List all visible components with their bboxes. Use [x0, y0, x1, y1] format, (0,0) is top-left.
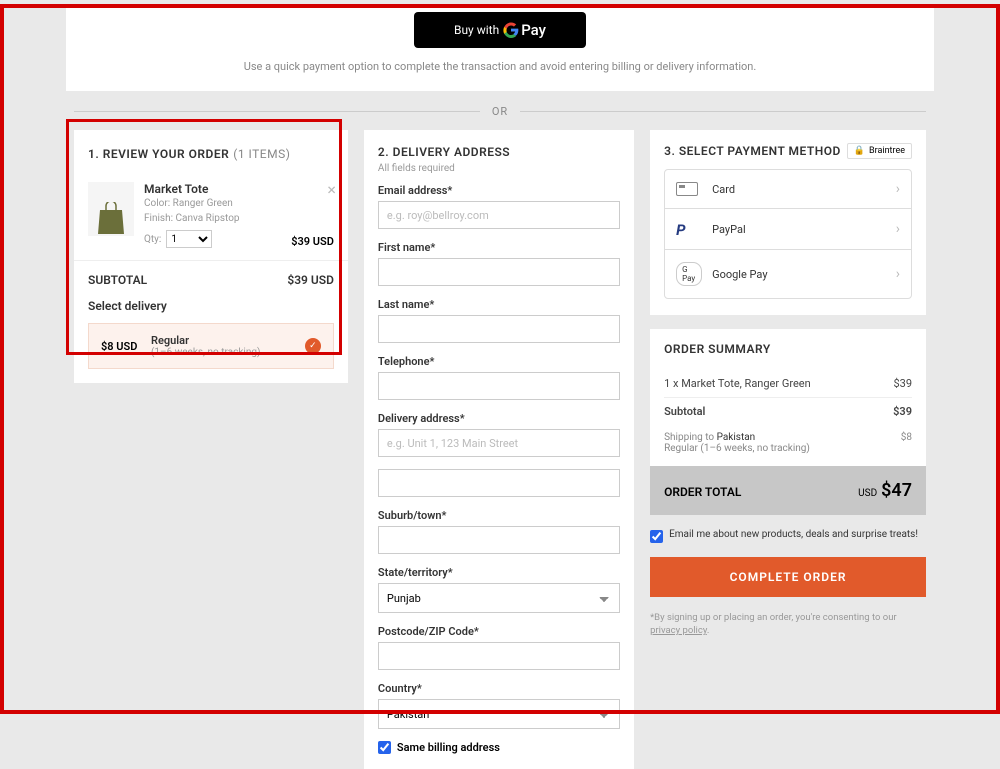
complete-order-button[interactable]: COMPLETE ORDER: [650, 557, 926, 597]
consent-text: *By signing up or placing an order, you'…: [650, 611, 926, 638]
same-billing-label: Same billing address: [397, 741, 500, 754]
select-delivery-label: Select delivery: [74, 299, 348, 319]
email-optin-checkbox[interactable]: [650, 530, 663, 543]
product-thumbnail: [88, 182, 134, 236]
state-select[interactable]: Punjab: [378, 583, 620, 613]
braintree-badge: 🔒 Braintree: [847, 143, 912, 159]
delivery-title: 2. DELIVERY ADDRESS: [378, 145, 620, 159]
qty-select[interactable]: 1: [166, 230, 212, 248]
email-optin-label: Email me about new products, deals and s…: [669, 529, 918, 540]
cart-item: × Market Tote Color: Ranger Green Finish…: [74, 174, 348, 261]
check-icon: ✓: [305, 338, 321, 354]
delivery-address-panel: 2. DELIVERY ADDRESS All fields required …: [364, 130, 634, 769]
payment-method-panel: 3. SELECT PAYMENT METHOD 🔒 Braintree Car…: [650, 130, 926, 315]
subtotal-label: SUBTOTAL: [88, 273, 147, 287]
shipping-method: Regular (1–6 weeks, no tracking): [664, 443, 912, 466]
address-label: Delivery address*: [378, 412, 620, 425]
lastname-field[interactable]: [378, 315, 620, 343]
item-finish: Finish: Canva Ripstop: [144, 211, 240, 226]
remove-item-icon[interactable]: ×: [327, 180, 336, 199]
review-order-panel: 1. REVIEW YOUR ORDER (1 ITEMS) × Market …: [74, 130, 348, 383]
payment-option-paypal[interactable]: P PayPal ›: [665, 209, 911, 250]
firstname-field[interactable]: [378, 258, 620, 286]
delivery-option-regular[interactable]: $8 USD Regular (1–6 weeks, no tracking) …: [88, 323, 334, 369]
review-title: 1. REVIEW YOUR ORDER: [88, 147, 229, 161]
suburb-label: Suburb/town*: [378, 509, 620, 522]
telephone-field[interactable]: [378, 372, 620, 400]
telephone-label: Telephone*: [378, 355, 620, 368]
summary-subtotal-label: Subtotal: [664, 405, 705, 418]
delivery-desc: (1–6 weeks, no tracking): [151, 347, 260, 358]
chevron-right-icon: ›: [896, 181, 900, 197]
delivery-name: Regular: [151, 334, 260, 347]
google-icon: [503, 22, 519, 38]
shipping-to: Shipping to Pakistan: [664, 432, 755, 443]
order-total-label: ORDER TOTAL: [664, 485, 741, 499]
summary-title: ORDER SUMMARY: [664, 342, 912, 356]
order-summary-panel: ORDER SUMMARY 1 x Market Tote, Ranger Gr…: [650, 329, 926, 515]
item-color: Color: Ranger Green: [144, 196, 240, 211]
privacy-policy-link[interactable]: privacy policy: [650, 625, 707, 636]
item-name: Market Tote: [144, 182, 240, 196]
chevron-right-icon: ›: [896, 221, 900, 237]
items-count: (1 ITEMS): [233, 147, 290, 161]
country-select[interactable]: Pakistan: [378, 699, 620, 729]
same-billing-checkbox[interactable]: [378, 741, 391, 754]
payment-title: 3. SELECT PAYMENT METHOD: [664, 144, 841, 158]
firstname-label: First name*: [378, 241, 620, 254]
shipping-price: $8: [901, 432, 912, 443]
summary-line-item: 1 x Market Tote, Ranger Green: [664, 377, 811, 390]
gpay-icon: G Pay: [676, 262, 702, 286]
chevron-right-icon: ›: [896, 266, 900, 282]
qty-label: Qty:: [144, 234, 161, 245]
quick-pay-panel: Buy with Pay Use a quick payment option …: [66, 4, 934, 91]
paypal-icon: P: [676, 221, 690, 237]
or-divider: OR: [74, 105, 926, 118]
payment-option-card[interactable]: Card ›: [665, 170, 911, 209]
card-icon: [676, 182, 698, 196]
gpay-button[interactable]: Buy with Pay: [414, 12, 586, 48]
summary-subtotal: $39: [893, 405, 912, 418]
quick-pay-note: Use a quick payment option to complete t…: [66, 60, 934, 73]
delivery-price: $8 USD: [101, 340, 151, 353]
buy-with-label: Buy with: [454, 23, 499, 37]
lock-icon: 🔒: [854, 146, 865, 156]
item-price: $39 USD: [291, 235, 334, 248]
payment-option-gpay[interactable]: G Pay Google Pay ›: [665, 250, 911, 298]
email-label: Email address*: [378, 184, 620, 197]
gpay-logo: Pay: [503, 21, 546, 39]
state-label: State/territory*: [378, 566, 620, 579]
order-total-value: USD$47: [858, 480, 912, 501]
tote-bag-icon: [96, 202, 126, 236]
required-note: All fields required: [378, 163, 620, 174]
lastname-label: Last name*: [378, 298, 620, 311]
country-label: Country*: [378, 682, 620, 695]
address-field-1[interactable]: [378, 429, 620, 457]
subtotal-value: $39 USD: [287, 273, 334, 287]
suburb-field[interactable]: [378, 526, 620, 554]
email-field[interactable]: [378, 201, 620, 229]
summary-line-price: $39: [893, 377, 912, 390]
address-field-2[interactable]: [378, 469, 620, 497]
zip-field[interactable]: [378, 642, 620, 670]
zip-label: Postcode/ZIP Code*: [378, 625, 620, 638]
